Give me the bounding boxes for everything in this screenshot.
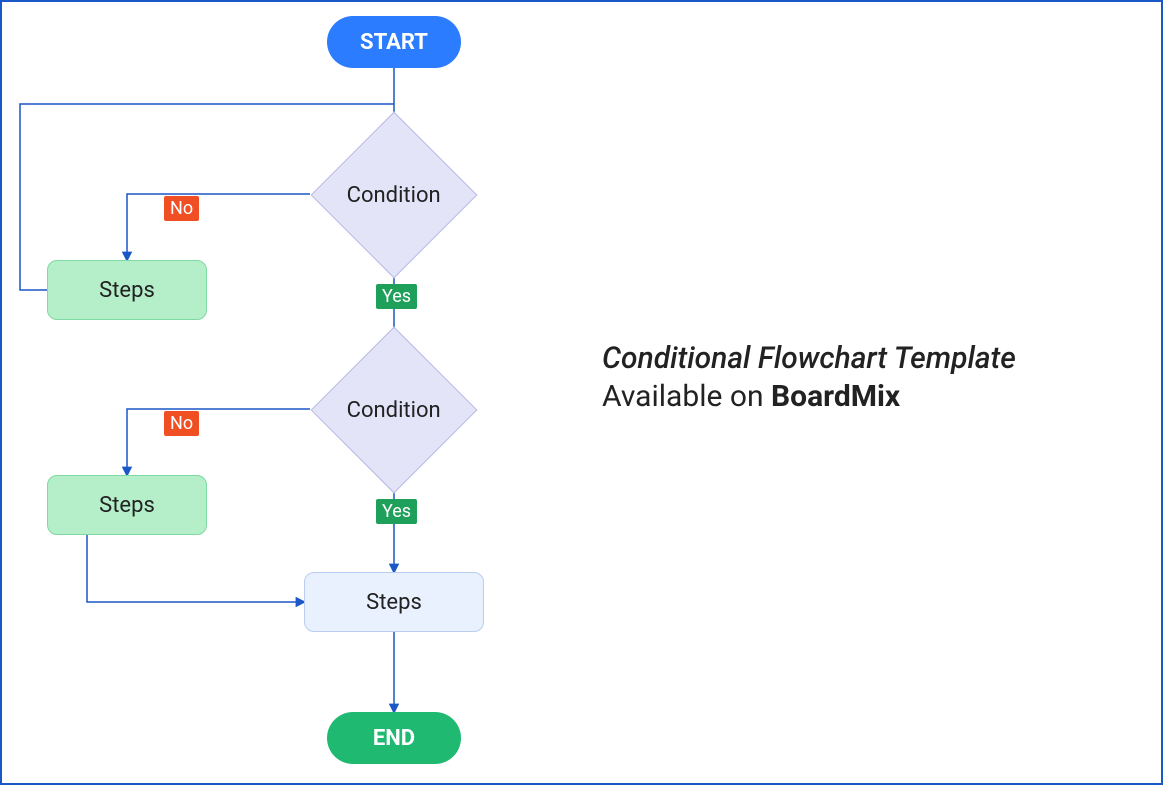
flowchart-condition-2-label: Condition <box>347 397 441 422</box>
flowchart-condition-2-yes-tag: Yes <box>376 499 417 524</box>
flowchart-steps-1: Steps <box>47 260 207 320</box>
flowchart-steps-2: Steps <box>47 475 207 535</box>
diagram-caption-prefix: Available on <box>602 379 771 414</box>
diagram-caption-line2: Available on BoardMix <box>602 378 1016 416</box>
diagram-caption: Conditional Flowchart Template Available… <box>602 340 1016 415</box>
flowchart-steps-2-label: Steps <box>99 493 155 518</box>
flowchart-condition-1-label: Condition <box>347 182 441 207</box>
flowchart-steps-3: Steps <box>304 572 484 632</box>
flowchart-start-label: START <box>360 30 428 55</box>
flowchart-end-node: END <box>327 712 461 764</box>
flowchart-steps-3-label: Steps <box>366 590 422 615</box>
flowchart-end-label: END <box>373 726 415 751</box>
flowchart-condition-2-no-tag: No <box>164 411 199 436</box>
flowchart-frame: START Condition No Yes Steps Condition N… <box>0 0 1163 785</box>
flowchart-condition-1-no-tag: No <box>164 196 199 221</box>
flowchart-condition-1-yes-tag: Yes <box>376 284 417 309</box>
diagram-caption-brand: BoardMix <box>771 379 900 414</box>
diagram-caption-title: Conditional Flowchart Template <box>602 340 1016 378</box>
flowchart-steps-1-label: Steps <box>99 278 155 303</box>
flowchart-start-node: START <box>327 16 461 68</box>
